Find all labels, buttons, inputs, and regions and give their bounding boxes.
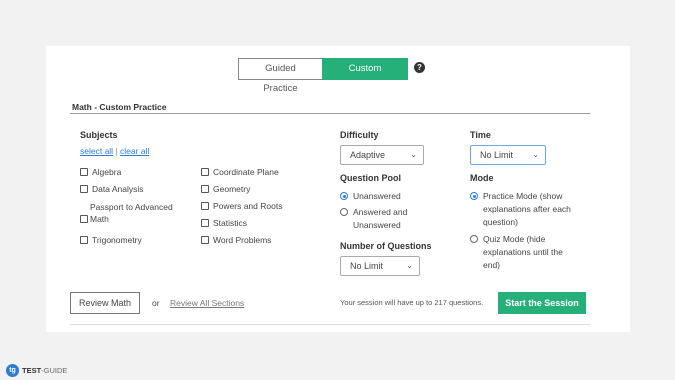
subject-checkbox-geometry[interactable]: Geometry bbox=[201, 183, 250, 195]
checkbox-box[interactable] bbox=[80, 236, 88, 244]
custom-practice-tab[interactable]: Custom Practice bbox=[322, 58, 408, 94]
subject-label: Coordinate Plane bbox=[213, 167, 279, 177]
radio-unselected[interactable] bbox=[470, 235, 478, 243]
select-all-link[interactable]: select all bbox=[80, 146, 113, 156]
difficulty-value: Adaptive bbox=[350, 150, 386, 160]
time-value: No Limit bbox=[480, 150, 514, 160]
subject-label: Powers and Roots bbox=[213, 201, 283, 211]
subject-label: Trigonometry bbox=[92, 235, 142, 245]
checkbox-box[interactable] bbox=[201, 168, 209, 176]
mode-heading: Mode bbox=[470, 173, 494, 183]
chevron-down-icon: ⌄ bbox=[410, 150, 417, 159]
subject-label: Data Analysis bbox=[92, 184, 144, 194]
brand-logo: tg TEST -GUIDE bbox=[6, 364, 67, 377]
subject-checkbox-algebra[interactable]: Algebra bbox=[80, 166, 121, 178]
chevron-down-icon: ⌄ bbox=[406, 261, 413, 270]
subject-checkbox-trigonometry[interactable]: Trigonometry bbox=[80, 234, 142, 246]
subject-label: Passport to Advanced Math bbox=[90, 202, 173, 224]
checkbox-box[interactable] bbox=[201, 219, 209, 227]
difficulty-heading: Difficulty bbox=[340, 130, 379, 140]
subject-checkbox-statistics[interactable]: Statistics bbox=[201, 217, 247, 229]
subject-label: Word Problems bbox=[213, 235, 272, 245]
clear-all-link[interactable]: clear all bbox=[120, 146, 149, 156]
mode-option-practice[interactable]: Practice Mode (show explanations after e… bbox=[470, 190, 582, 229]
mode-option-quiz[interactable]: Quiz Mode (hide explanations until the e… bbox=[470, 233, 578, 272]
checkbox-box[interactable] bbox=[201, 236, 209, 244]
custom-practice-panel: Guided Practice Custom Practice ? Math -… bbox=[46, 46, 630, 332]
review-all-sections-link[interactable]: Review All Sections bbox=[170, 298, 244, 308]
radio-unselected[interactable] bbox=[340, 208, 348, 216]
mode-option-label: Practice Mode (show explanations after e… bbox=[483, 191, 571, 227]
subject-checkbox-coordinate-plane[interactable]: Coordinate Plane bbox=[201, 166, 279, 178]
guided-practice-tab[interactable]: Guided Practice bbox=[238, 58, 322, 94]
radio-selected[interactable] bbox=[340, 192, 348, 200]
or-text: or bbox=[152, 298, 160, 308]
question-pool-heading: Question Pool bbox=[340, 173, 402, 183]
mode-option-label: Quiz Mode (hide explanations until the e… bbox=[483, 234, 563, 270]
pool-option-label: Unanswered bbox=[353, 191, 401, 201]
number-of-questions-heading: Number of Questions bbox=[340, 241, 432, 251]
practice-mode-toggle: Guided Practice Custom Practice bbox=[238, 58, 408, 94]
difficulty-select[interactable]: Adaptive ⌄ bbox=[340, 145, 424, 165]
checkbox-box[interactable] bbox=[201, 202, 209, 210]
pool-option-answered-unanswered[interactable]: Answered and Unanswered bbox=[340, 206, 430, 232]
brand-mark-icon: tg bbox=[6, 364, 19, 377]
checkbox-box[interactable] bbox=[80, 168, 88, 176]
subject-checkbox-passport-advanced-math[interactable]: Passport to Advanced Math bbox=[80, 201, 190, 225]
section-title: Math - Custom Practice bbox=[72, 102, 167, 112]
time-select[interactable]: No Limit ⌄ bbox=[470, 145, 546, 165]
number-of-questions-select[interactable]: No Limit ⌄ bbox=[340, 256, 420, 276]
subject-checkbox-powers-roots[interactable]: Powers and Roots bbox=[201, 200, 282, 212]
brand-name-part2: -GUIDE bbox=[41, 366, 68, 375]
pool-option-unanswered[interactable]: Unanswered bbox=[340, 190, 401, 203]
brand-name-part1: TEST bbox=[22, 366, 42, 375]
subject-label: Algebra bbox=[92, 167, 122, 177]
session-question-count: Your session will have up to 217 questio… bbox=[340, 298, 484, 307]
bottom-divider bbox=[70, 324, 590, 325]
checkbox-box[interactable] bbox=[80, 215, 88, 223]
subject-checkbox-word-problems[interactable]: Word Problems bbox=[201, 234, 271, 246]
checkbox-box[interactable] bbox=[201, 185, 209, 193]
subject-label: Statistics bbox=[213, 218, 248, 228]
chevron-down-icon: ⌄ bbox=[532, 150, 539, 159]
subjects-heading: Subjects bbox=[80, 130, 118, 140]
time-heading: Time bbox=[470, 130, 491, 140]
link-separator: | bbox=[113, 146, 121, 156]
help-icon[interactable]: ? bbox=[414, 62, 425, 73]
start-session-button[interactable]: Start the Session bbox=[498, 292, 586, 314]
number-of-questions-value: No Limit bbox=[350, 261, 384, 271]
section-divider bbox=[70, 113, 590, 114]
checkbox-box[interactable] bbox=[80, 185, 88, 193]
subject-select-links: select all | clear all bbox=[80, 146, 149, 156]
subject-checkbox-data-analysis[interactable]: Data Analysis bbox=[80, 183, 144, 195]
review-math-button[interactable]: Review Math bbox=[70, 292, 140, 314]
pool-option-label: Answered and Unanswered bbox=[353, 207, 408, 230]
radio-selected[interactable] bbox=[470, 192, 478, 200]
subject-label: Geometry bbox=[213, 184, 251, 194]
